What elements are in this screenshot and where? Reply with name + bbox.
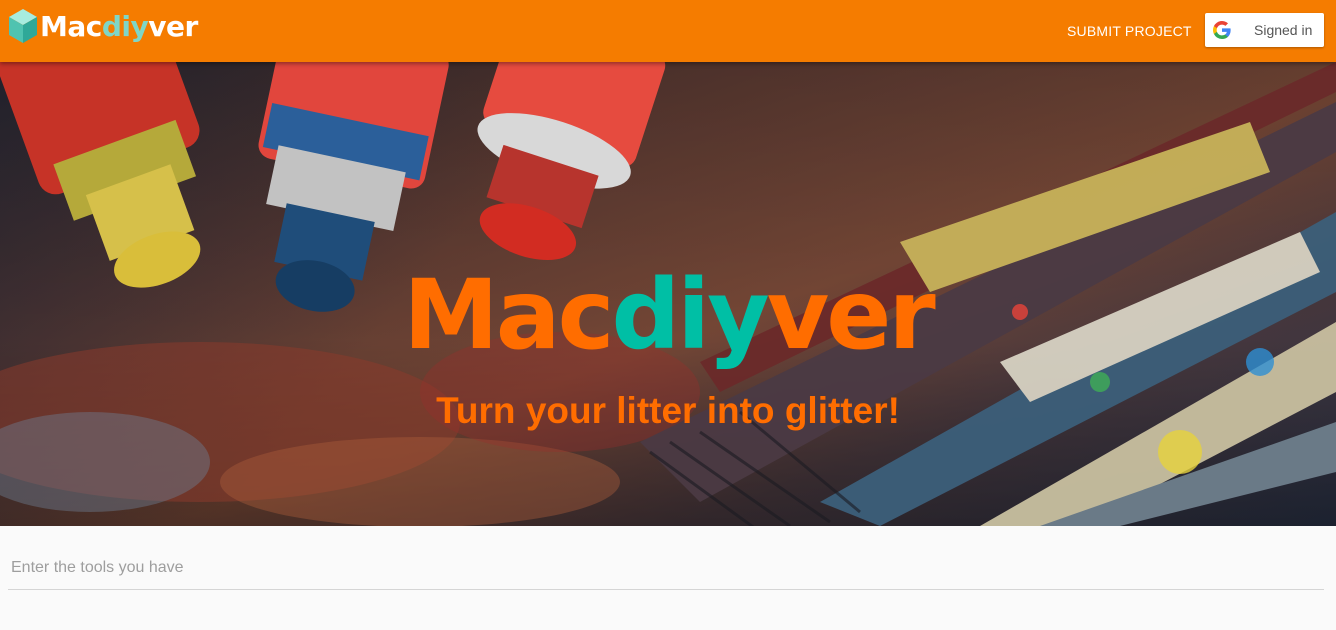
hero-title-part2: diy — [611, 259, 769, 371]
tools-search-input[interactable] — [8, 546, 1324, 590]
brand-name-part1: Mac — [40, 9, 102, 43]
hero-title-part3: ver — [766, 259, 936, 371]
hero-title: Macdiyver — [0, 267, 1336, 363]
brand-logo-link[interactable]: Macdiyver — [8, 8, 198, 44]
hero-title-part1: Mac — [403, 259, 614, 371]
google-signin-button[interactable]: Signed in — [1205, 13, 1324, 47]
brand-name: Macdiyver — [40, 10, 198, 43]
cube-logo-icon — [9, 9, 37, 43]
signin-label: Signed in — [1254, 22, 1313, 38]
hero-banner: Macdiyver Turn your litter into glitter! — [0, 62, 1336, 526]
brand-name-part2: diy — [101, 9, 149, 43]
submit-project-link[interactable]: SUBMIT PROJECT — [1067, 23, 1192, 39]
brand-name-part3: ver — [148, 9, 198, 43]
google-icon — [1213, 21, 1231, 39]
hero-subtitle: Turn your litter into glitter! — [436, 390, 900, 431]
top-navbar: Macdiyver SUBMIT PROJECT Signed in — [0, 0, 1336, 62]
